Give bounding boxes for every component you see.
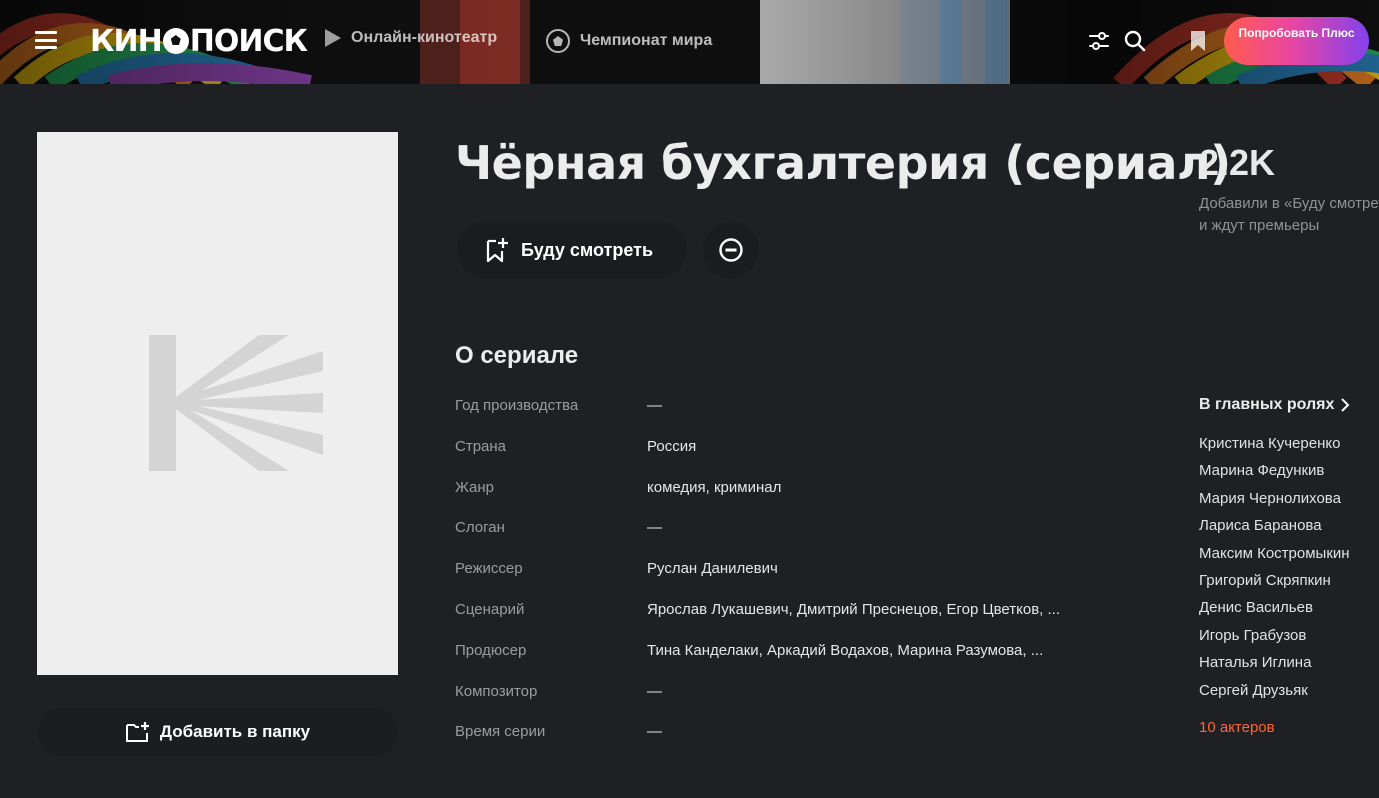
filter-icon[interactable] — [1087, 29, 1111, 53]
about-section-title: О сериале — [455, 342, 579, 369]
nav-worldcup-label: Чемпионат мира — [580, 32, 713, 49]
nav-world-cup[interactable]: Чемпионат мира — [546, 29, 712, 53]
info-value: — — [647, 519, 662, 536]
await-description-line: и ждут премьеры — [1199, 217, 1320, 234]
cast-member-link[interactable]: Игорь Грабузов — [1199, 627, 1379, 654]
cast-list: Кристина Кучеренко Марина Федункив Мария… — [1199, 435, 1379, 709]
cast-member-link[interactable]: Кристина Кучеренко — [1199, 435, 1379, 462]
info-value-link[interactable]: Тина Канделаки, Аркадий Водахов, Марина … — [647, 642, 1043, 659]
try-plus-button[interactable]: Попробовать Плюс — [1224, 17, 1369, 65]
info-label: Композитор — [455, 683, 538, 700]
info-value: — — [647, 683, 662, 700]
cast-member-link[interactable]: Максим Костромыкин — [1199, 545, 1379, 572]
info-value: — — [647, 397, 662, 414]
kinopoisk-k-icon — [149, 335, 323, 471]
info-value-link[interactable]: Ярослав Лукашевич, Дмитрий Преснецов, Ег… — [647, 601, 1060, 618]
watch-later-label: Буду смотреть — [521, 239, 654, 260]
folder-plus-icon — [125, 722, 149, 742]
info-label: Сценарий — [455, 601, 525, 618]
cast-member-link[interactable]: Денис Васильев — [1199, 599, 1379, 626]
nav-online-label: Онлайн-кинотеатр — [351, 29, 498, 46]
cast-member-link[interactable]: Григорий Скряпкин — [1199, 572, 1379, 599]
cast-section-title: В главных ролях — [1199, 396, 1335, 413]
nav-online-cinema[interactable]: Онлайн-кинотеатр — [325, 29, 497, 47]
info-value-link[interactable]: комедия, криминал — [647, 479, 781, 496]
minus-circle-icon — [719, 238, 743, 262]
info-label: Слоган — [455, 519, 505, 536]
info-label: Время серии — [455, 723, 546, 740]
add-to-folder-button[interactable]: Добавить в папку — [37, 708, 398, 756]
not-interested-button[interactable] — [703, 222, 759, 278]
info-value-link[interactable]: Руслан Данилевич — [647, 560, 778, 577]
info-label: Режиссер — [455, 560, 523, 577]
soccer-ball-icon — [546, 29, 570, 53]
kinopoisk-logo[interactable]: КИН ПОИСК — [90, 23, 308, 59]
info-label: Жанр — [455, 479, 494, 496]
logo-text-right: ПОИСК — [189, 23, 308, 59]
cast-member-link[interactable]: Лариса Баранова — [1199, 517, 1379, 544]
page-title: Чёрная бухгалтерия (сериал) — [455, 136, 1231, 190]
menu-icon[interactable] — [35, 31, 57, 49]
chevron-right-icon — [1341, 398, 1350, 412]
info-value: — — [647, 723, 662, 740]
search-icon[interactable] — [1123, 29, 1147, 53]
top-header: КИН ПОИСК Онлайн-кинотеатр Чемпионат мир… — [0, 0, 1379, 84]
await-description-line: Добавили в «Буду смотреть» — [1199, 195, 1379, 212]
bookmark-plus-icon — [486, 238, 508, 263]
bookmark-icon[interactable] — [1186, 29, 1210, 53]
watch-later-button[interactable]: Буду смотреть — [457, 222, 687, 278]
play-icon — [325, 29, 341, 47]
info-label: Год производства — [455, 397, 579, 414]
cast-member-link[interactable]: Наталья Иглина — [1199, 654, 1379, 681]
info-value-link[interactable]: Россия — [647, 438, 696, 455]
logo-text-left: КИН — [90, 23, 163, 59]
await-count: 2.2K — [1199, 142, 1276, 183]
cast-member-link[interactable]: Сергей Друзьяк — [1199, 682, 1379, 709]
all-actors-link[interactable]: 10 актеров — [1199, 719, 1275, 736]
cast-section-link[interactable]: В главных ролях — [1199, 396, 1350, 414]
cast-member-link[interactable]: Мария Чернолихова — [1199, 490, 1379, 517]
info-label: Страна — [455, 438, 507, 455]
info-label: Продюсер — [455, 642, 527, 659]
poster-placeholder — [37, 132, 398, 675]
add-to-folder-label: Добавить в папку — [159, 722, 311, 741]
cast-member-link[interactable]: Марина Федункив — [1199, 462, 1379, 489]
soccer-ball-icon — [162, 28, 189, 54]
await-description: Добавили в «Буду смотреть» и ждут премье… — [1199, 193, 1379, 237]
